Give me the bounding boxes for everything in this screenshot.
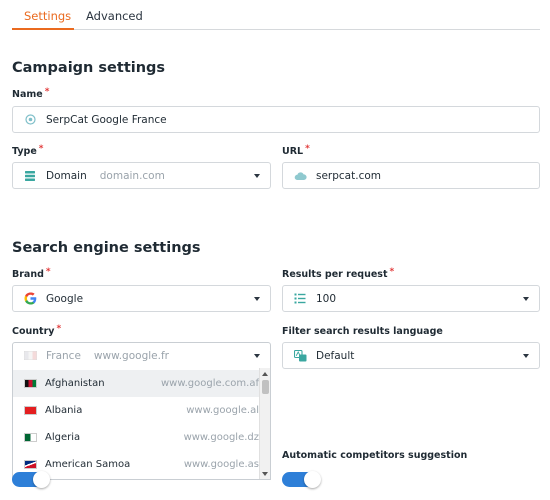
list-icon [292, 292, 308, 306]
country-option-domain: www.google.al [186, 405, 259, 416]
url-field[interactable]: serpcat.com [282, 162, 540, 189]
type-select[interactable]: Domain domain.com [12, 162, 271, 189]
list-item[interactable]: Algeria www.google.dz [13, 424, 259, 451]
dropdown-scrollbar[interactable] [259, 368, 270, 479]
name-value: SerpCat Google France [46, 113, 167, 126]
type-label: Type * [12, 144, 44, 157]
name-label: Name * [12, 87, 50, 100]
toggle-knob [33, 471, 50, 488]
country-option-name: Algeria [45, 432, 81, 443]
albania-flag-icon [24, 406, 37, 415]
required-mark: * [56, 324, 62, 334]
partially-hidden-toggle[interactable] [12, 471, 50, 488]
results-per-request-label: Results per request * [282, 267, 395, 280]
country-option-name: Afghanistan [45, 378, 105, 389]
brand-select[interactable]: Google [12, 285, 271, 312]
list-item[interactable]: American Samoa www.google.as [13, 451, 259, 478]
american-samoa-flag-icon [24, 460, 37, 469]
afghanistan-flag-icon [24, 379, 37, 388]
translate-icon [292, 349, 308, 363]
country-domain: www.google.fr [93, 349, 169, 362]
campaign-settings-title: Campaign settings [12, 60, 166, 76]
algeria-flag-icon [24, 433, 37, 442]
country-option-name: Albania [45, 405, 83, 416]
cloud-icon [292, 169, 308, 183]
stack-icon [22, 169, 38, 183]
country-value: France [46, 349, 81, 362]
filter-language-label: Filter search results language [282, 326, 443, 337]
brand-value: Google [46, 292, 84, 305]
tab-bar: Settings Advanced [12, 0, 540, 30]
required-mark: * [38, 144, 44, 154]
country-option-domain: www.google.as [183, 459, 259, 470]
required-mark: * [44, 87, 50, 97]
scrollbar-thumb[interactable] [262, 380, 269, 394]
chevron-down-icon [254, 297, 260, 301]
tab-advanced[interactable]: Advanced [86, 9, 143, 23]
filter-language-select[interactable]: Default [282, 342, 540, 369]
scroll-up-icon[interactable] [262, 372, 268, 376]
list-item[interactable]: Afghanistan www.google.com.af [13, 370, 259, 397]
name-field[interactable]: SerpCat Google France [12, 106, 540, 133]
type-hint: domain.com [99, 169, 165, 182]
url-value: serpcat.com [316, 169, 381, 182]
target-icon [22, 113, 38, 127]
url-label: URL * [282, 144, 310, 157]
automatic-competitors-label: Automatic competitors suggestion [282, 450, 468, 461]
chevron-down-icon [523, 354, 529, 358]
search-engine-settings-title: Search engine settings [12, 240, 201, 256]
required-mark: * [45, 267, 51, 277]
brand-label: Brand * [12, 267, 51, 280]
automatic-competitors-toggle[interactable] [282, 471, 321, 488]
flag-icon [22, 349, 38, 363]
filter-language-value: Default [316, 349, 355, 362]
chevron-down-icon [254, 354, 260, 358]
scroll-down-icon[interactable] [262, 472, 268, 476]
chevron-down-icon [523, 297, 529, 301]
type-value: Domain [46, 169, 87, 182]
chevron-down-icon [254, 174, 260, 178]
country-select[interactable]: France www.google.fr [12, 342, 271, 369]
required-mark: * [389, 267, 395, 277]
toggle-knob [304, 471, 321, 488]
results-per-request-select[interactable]: 100 [282, 285, 540, 312]
country-option-name: American Samoa [45, 459, 131, 470]
list-item[interactable]: Albania www.google.al [13, 397, 259, 424]
country-option-domain: www.google.dz [183, 432, 259, 443]
country-dropdown-list[interactable]: Afghanistan www.google.com.af Albania ww… [12, 368, 271, 480]
tab-settings[interactable]: Settings [24, 9, 71, 23]
active-tab-indicator [12, 28, 74, 30]
country-label: Country * [12, 324, 62, 337]
required-mark: * [305, 144, 310, 154]
country-option-domain: www.google.com.af [160, 378, 259, 389]
google-icon [22, 292, 38, 306]
results-per-request-value: 100 [316, 292, 337, 305]
